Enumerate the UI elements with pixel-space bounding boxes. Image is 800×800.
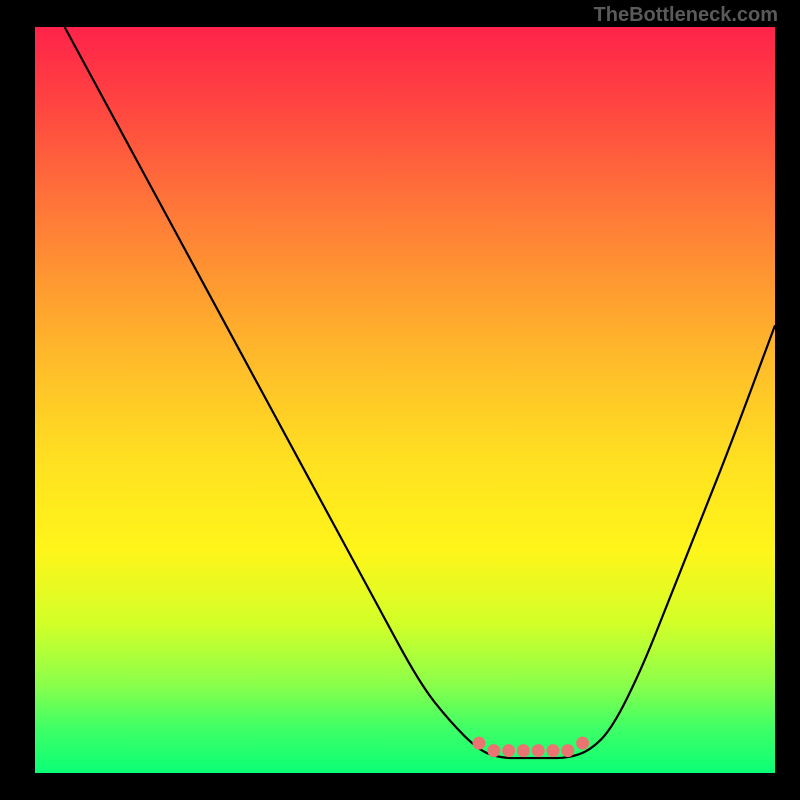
chart-plot-area [35,27,775,773]
chart-container: TheBottleneck.com [0,0,800,800]
attribution-text: TheBottleneck.com [594,4,778,27]
